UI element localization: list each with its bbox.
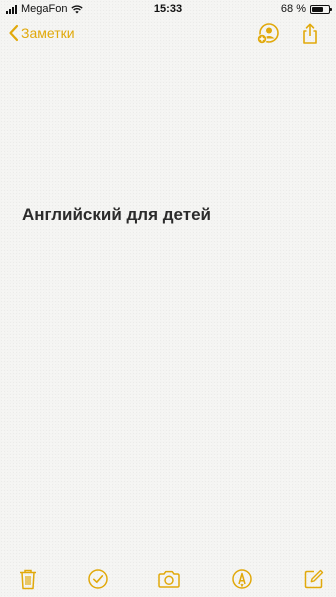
compose-icon	[304, 569, 324, 589]
camera-icon	[158, 570, 180, 588]
delete-button[interactable]	[16, 567, 40, 591]
share-button[interactable]	[300, 22, 320, 46]
markup-icon	[232, 569, 252, 589]
bottom-toolbar	[0, 565, 336, 593]
add-person-button[interactable]	[256, 22, 280, 46]
battery-icon	[310, 4, 332, 14]
back-button[interactable]: Заметки	[8, 24, 75, 42]
chevron-left-icon	[9, 24, 19, 42]
battery-level	[312, 6, 323, 12]
markup-button[interactable]	[230, 567, 254, 591]
note-editor[interactable]: Английский для детей	[22, 205, 322, 225]
checklist-button[interactable]	[86, 567, 110, 591]
compose-button[interactable]	[302, 567, 326, 591]
nav-bar: Заметки	[0, 20, 336, 48]
camera-button[interactable]	[157, 567, 181, 591]
checklist-icon	[88, 569, 108, 589]
share-icon	[303, 23, 317, 44]
status-right: 68 %	[280, 3, 332, 15]
note-title[interactable]: Английский для детей	[22, 205, 322, 225]
battery-percent: 68 %	[280, 3, 306, 15]
status-bar: MegaFon 15:33 68 %	[0, 0, 336, 18]
add-person-icon	[257, 23, 279, 44]
nav-actions	[256, 22, 320, 46]
back-label: Заметки	[21, 25, 75, 41]
trash-icon	[20, 569, 36, 590]
